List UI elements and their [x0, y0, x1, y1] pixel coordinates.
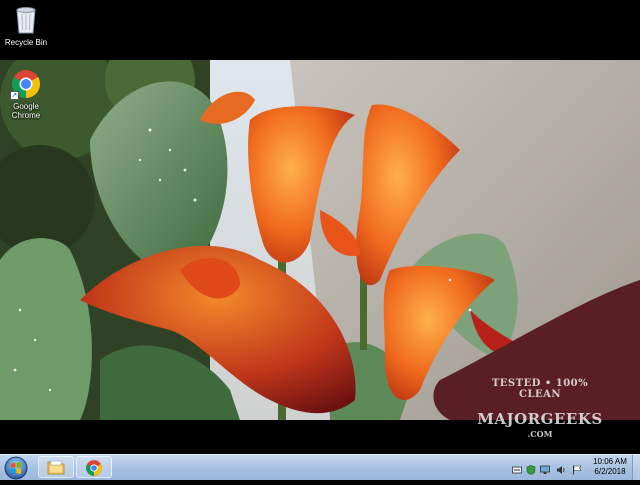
desktop-wallpaper [0, 60, 640, 420]
taskbar: 10:06 AM 6/2/2018 [0, 454, 640, 480]
clock-date: 6/2/2018 [594, 467, 626, 476]
taskbar-clock[interactable]: 10:06 AM 6/2/2018 [588, 457, 632, 477]
desktop-icon-label: Recycle Bin [4, 38, 48, 47]
windows-start-icon [4, 456, 28, 480]
show-desktop-button[interactable] [632, 455, 640, 480]
action-center-flag-icon[interactable] [572, 462, 582, 475]
desktop-icon-recycle-bin[interactable]: Recycle Bin [0, 4, 52, 47]
security-icon[interactable] [526, 462, 536, 475]
chrome-icon: ➚ [10, 68, 42, 100]
shortcut-arrow-icon: ➚ [10, 91, 19, 100]
keyboard-icon[interactable] [512, 462, 522, 474]
taskbar-windows-explorer-button[interactable] [38, 456, 74, 478]
volume-icon[interactable] [556, 462, 566, 474]
start-button[interactable] [4, 456, 28, 480]
chrome-icon [86, 460, 102, 476]
recycle-bin-icon [10, 4, 42, 36]
display-icon[interactable] [540, 462, 550, 474]
desktop-icon-label: Google Chrome [11, 102, 41, 120]
watermark-domain-text: .COM [527, 429, 553, 439]
clock-time: 10:06 AM [593, 457, 627, 466]
folder-icon [47, 460, 65, 475]
taskbar-google-chrome-button[interactable] [76, 456, 112, 478]
desktop-icon-google-chrome[interactable]: ➚ Google Chrome [0, 68, 52, 120]
